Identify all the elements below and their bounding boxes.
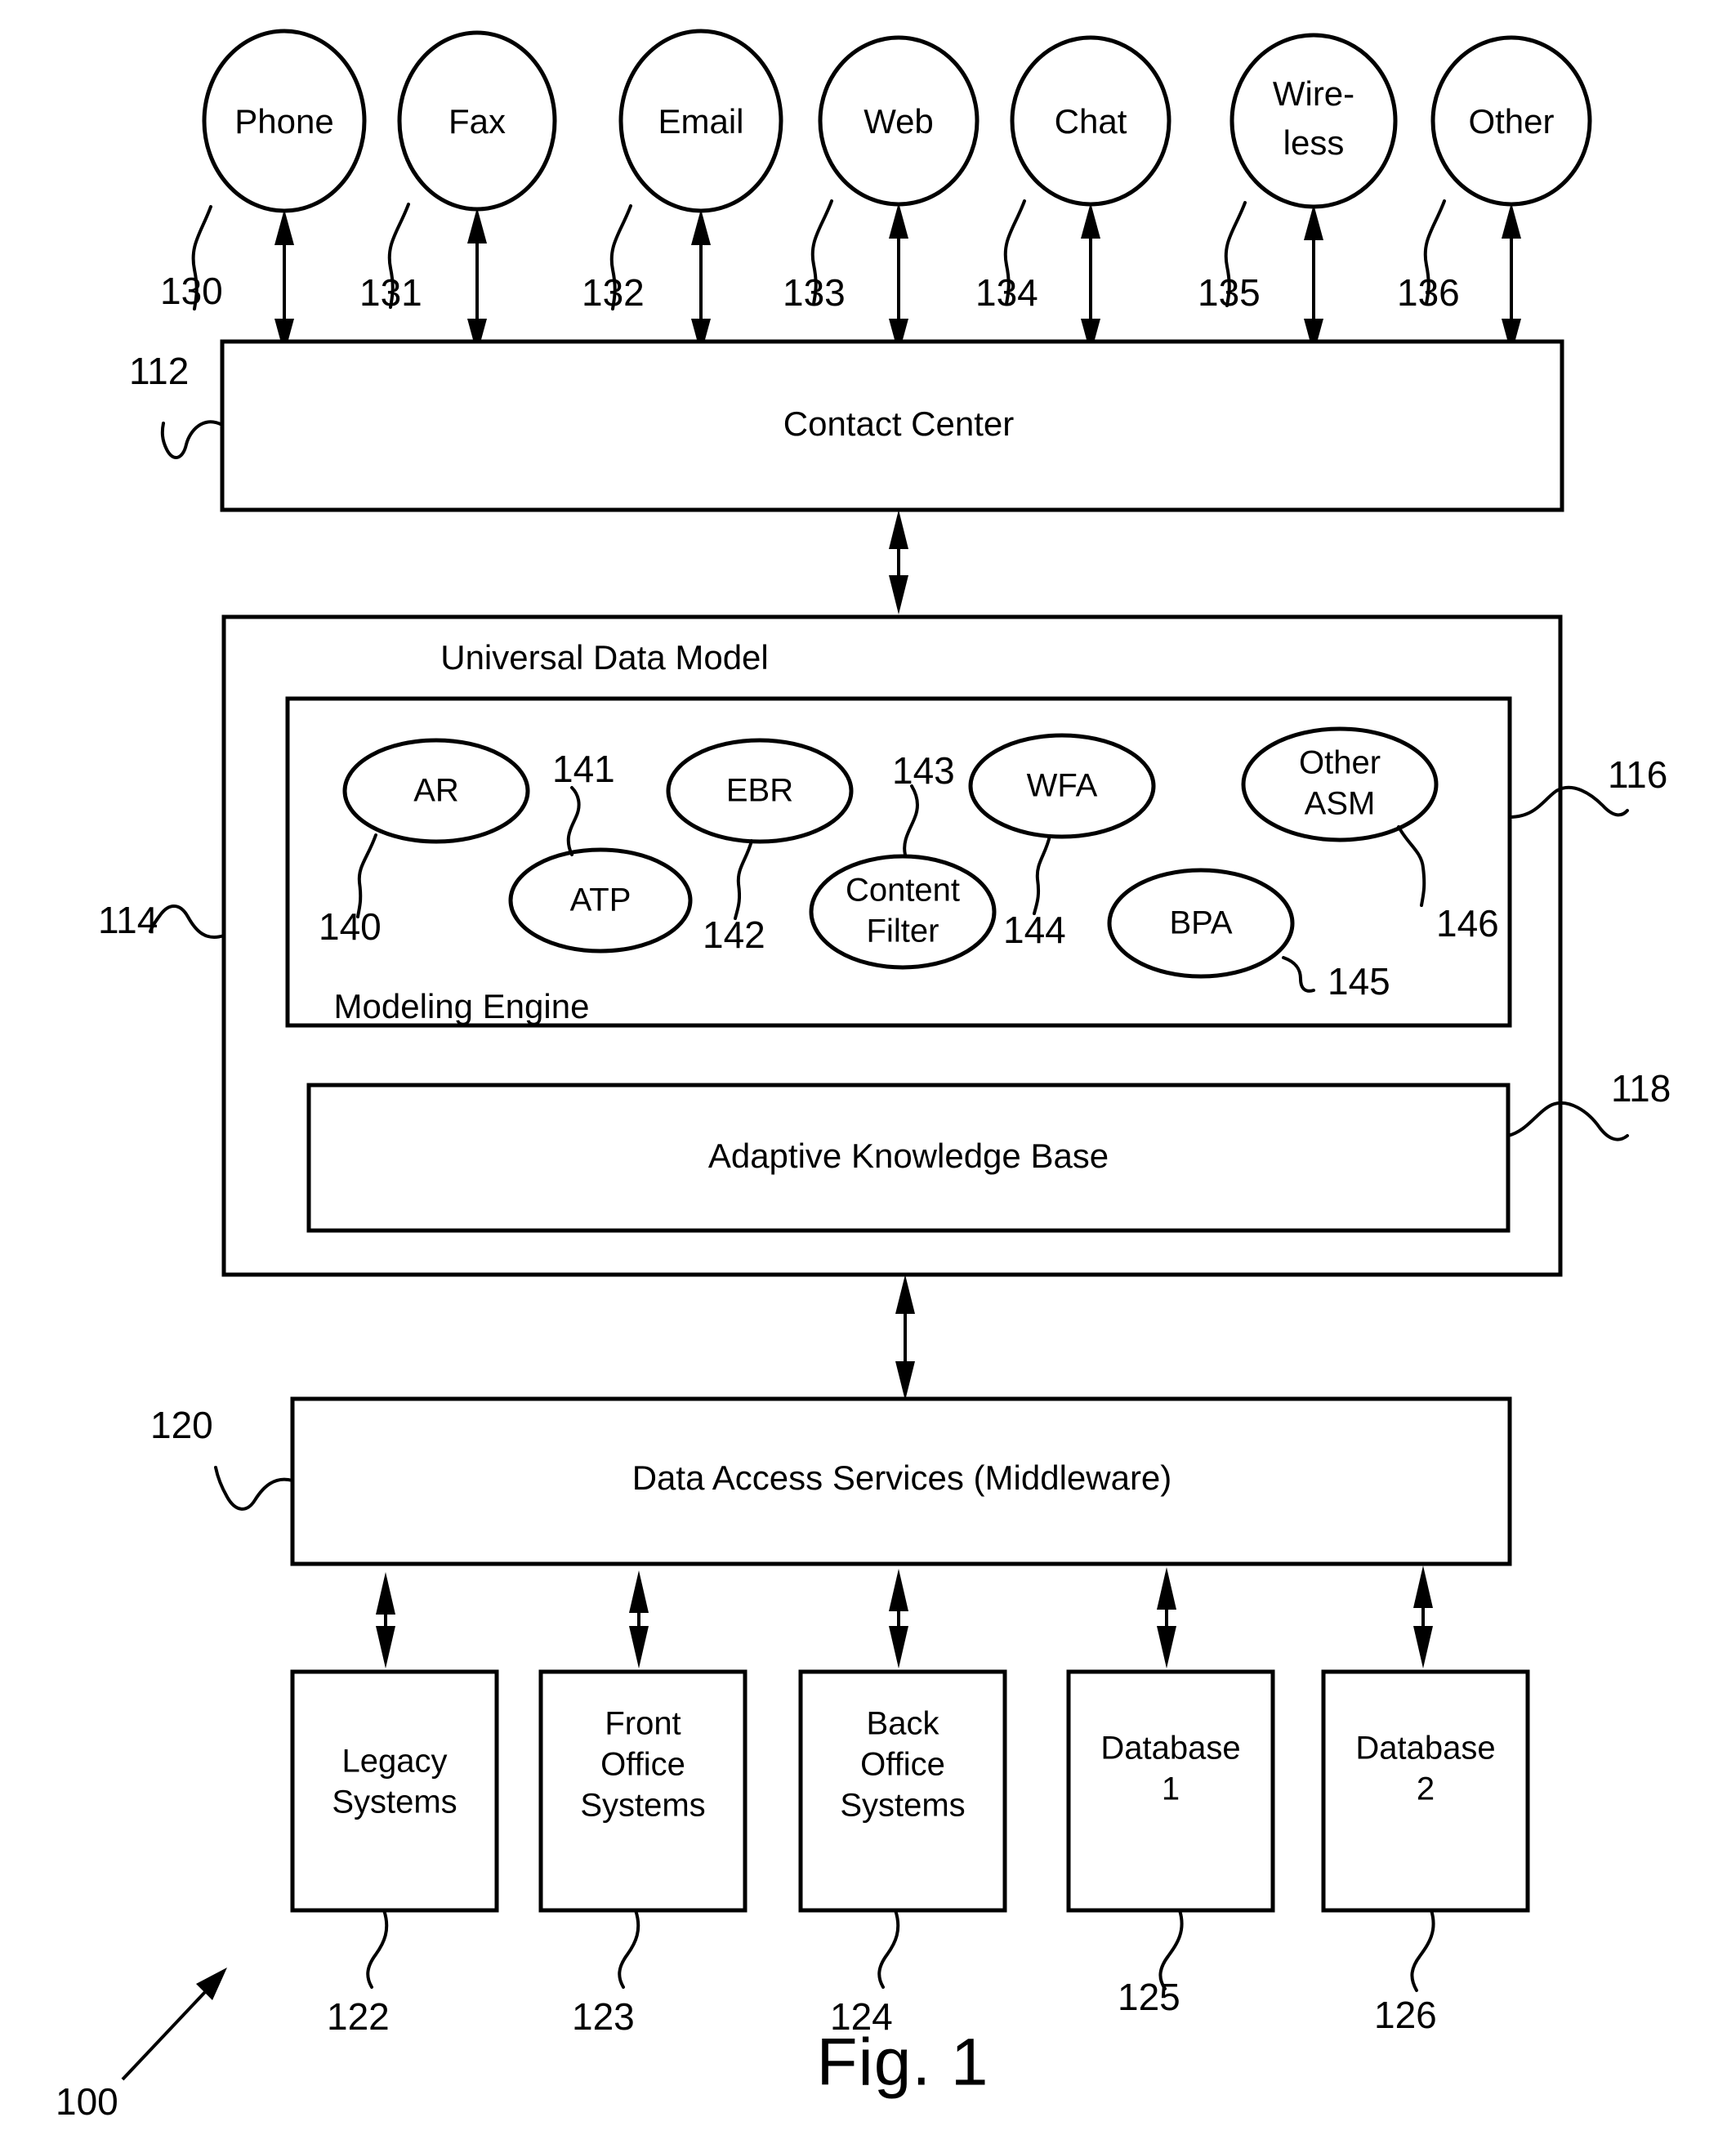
modeling-engine-ref: 116	[1608, 753, 1667, 796]
backend-label-line2: Office	[860, 1747, 945, 1783]
patent-figure-1: Phone 130 Fax 131 Email 132 Web 133 Chat…	[0, 0, 1736, 2144]
adaptive-knowledge-base-ref: 118	[1611, 1067, 1671, 1110]
channel-ref: 134	[975, 271, 1038, 314]
backend-label-line1: Front	[605, 1706, 681, 1742]
channel-group: Phone 130 Fax 131 Email 132 Web 133 Chat…	[160, 29, 1592, 355]
modeling-engine-node[interactable]: Modeling Engine 116 AR 140 ATP 141 EBR 1…	[285, 696, 1667, 1028]
system-ref: 100	[56, 2080, 118, 2123]
data-access-services-ref: 120	[150, 1404, 213, 1446]
component-ref: 140	[319, 905, 382, 948]
backend-node-database-1[interactable]: Database 1 125	[1066, 1567, 1275, 2018]
channel-label: Chat	[1055, 102, 1127, 141]
channel-ref: 132	[582, 271, 645, 314]
data-access-services-node[interactable]: Data Access Services (Middleware) 120	[150, 1396, 1512, 1566]
backend-node-database-2[interactable]: Database 2 126	[1321, 1566, 1530, 2036]
figure-canvas: Phone 130 Fax 131 Email 132 Web 133 Chat…	[56, 29, 1671, 2123]
backend-label-line1: Database	[1100, 1731, 1240, 1767]
component-label: Other	[1299, 745, 1381, 781]
channel-node-other[interactable]: Other 136	[1397, 35, 1592, 355]
system-reference: 100	[56, 1968, 227, 2123]
adaptive-knowledge-base-label: Adaptive Knowledge Base	[708, 1137, 1109, 1175]
adaptive-knowledge-base-node[interactable]: Adaptive Knowledge Base 118	[306, 1067, 1671, 1233]
component-label: EBR	[726, 773, 793, 809]
backend-node-back-office-systems[interactable]: Back Office Systems 124	[798, 1569, 1007, 2038]
backend-label-line2: 2	[1417, 1771, 1435, 1807]
backend-label-line3: Systems	[840, 1788, 965, 1824]
backend-label-line1: Database	[1355, 1731, 1495, 1767]
component-label: Content	[846, 873, 960, 909]
backend-label-line1: Legacy	[342, 1744, 448, 1780]
channel-node-fax[interactable]: Fax 131	[359, 30, 557, 355]
channel-ref: 133	[783, 271, 846, 314]
modeling-engine-label: Modeling Engine	[334, 987, 590, 1025]
data-access-services-label: Data Access Services (Middleware)	[632, 1458, 1172, 1497]
channel-label: Fax	[449, 102, 506, 141]
channel-ref: 131	[359, 271, 422, 314]
backend-ref: 125	[1118, 1976, 1180, 2018]
channel-node-web[interactable]: Web 133	[783, 35, 980, 355]
backend-label-line3: Systems	[580, 1788, 705, 1824]
figure-caption: Fig. 1	[816, 2026, 988, 2100]
channel-label-line2: less	[1283, 123, 1345, 162]
channel-ref: 130	[160, 270, 223, 312]
channel-label: Wire-	[1273, 74, 1354, 113]
component-ref: 146	[1436, 902, 1499, 945]
channel-ref: 135	[1198, 271, 1261, 314]
channel-node-wireless[interactable]: Wire- less 135	[1198, 33, 1398, 355]
connector-udm-das	[895, 1275, 915, 1400]
backend-ref: 126	[1374, 1994, 1437, 2036]
channel-label: Other	[1468, 102, 1554, 141]
channel-ref: 136	[1397, 271, 1460, 314]
universal-data-model-ref: 114	[98, 899, 158, 941]
component-ref: 142	[703, 913, 765, 956]
channel-node-chat[interactable]: Chat 134	[975, 35, 1171, 355]
backend-node-legacy-systems[interactable]: Legacy Systems 122	[290, 1572, 499, 2038]
backend-label-line1: Back	[867, 1706, 940, 1742]
contact-center-ref: 112	[129, 350, 189, 392]
component-label: ATP	[570, 882, 631, 918]
component-ref: 141	[552, 748, 615, 790]
backend-node-front-office-systems[interactable]: Front Office Systems 123	[538, 1570, 748, 2038]
component-label: WFA	[1027, 768, 1098, 804]
contact-center-node[interactable]: Contact Center 112	[129, 339, 1564, 512]
channel-node-email[interactable]: Email 132	[582, 29, 783, 355]
backend-label-line2: 1	[1162, 1771, 1180, 1807]
channel-circle	[1229, 33, 1398, 209]
channel-label: Phone	[234, 102, 333, 141]
component-ref: 143	[892, 749, 955, 792]
contact-center-label: Contact Center	[783, 404, 1014, 443]
component-label: BPA	[1169, 905, 1232, 941]
universal-data-model-label: Universal Data Model	[440, 638, 769, 677]
connector-contactcenter-udm	[889, 510, 908, 614]
component-ref: 145	[1328, 960, 1390, 1003]
component-label: AR	[413, 773, 459, 809]
channel-label: Web	[864, 102, 934, 141]
backend-label-line2: Office	[600, 1747, 685, 1783]
backend-ref: 122	[327, 1995, 390, 2038]
component-label-line2: ASM	[1305, 786, 1376, 822]
channel-node-phone[interactable]: Phone 130	[160, 29, 367, 355]
backend-label-line2: Systems	[332, 1784, 457, 1820]
channel-label: Email	[658, 102, 743, 141]
backend-ref: 123	[572, 1995, 635, 2038]
component-ref: 144	[1003, 909, 1066, 951]
component-label-line2: Filter	[867, 913, 939, 949]
backend-group: Legacy Systems 122 Front Office Systems …	[290, 1566, 1530, 2038]
